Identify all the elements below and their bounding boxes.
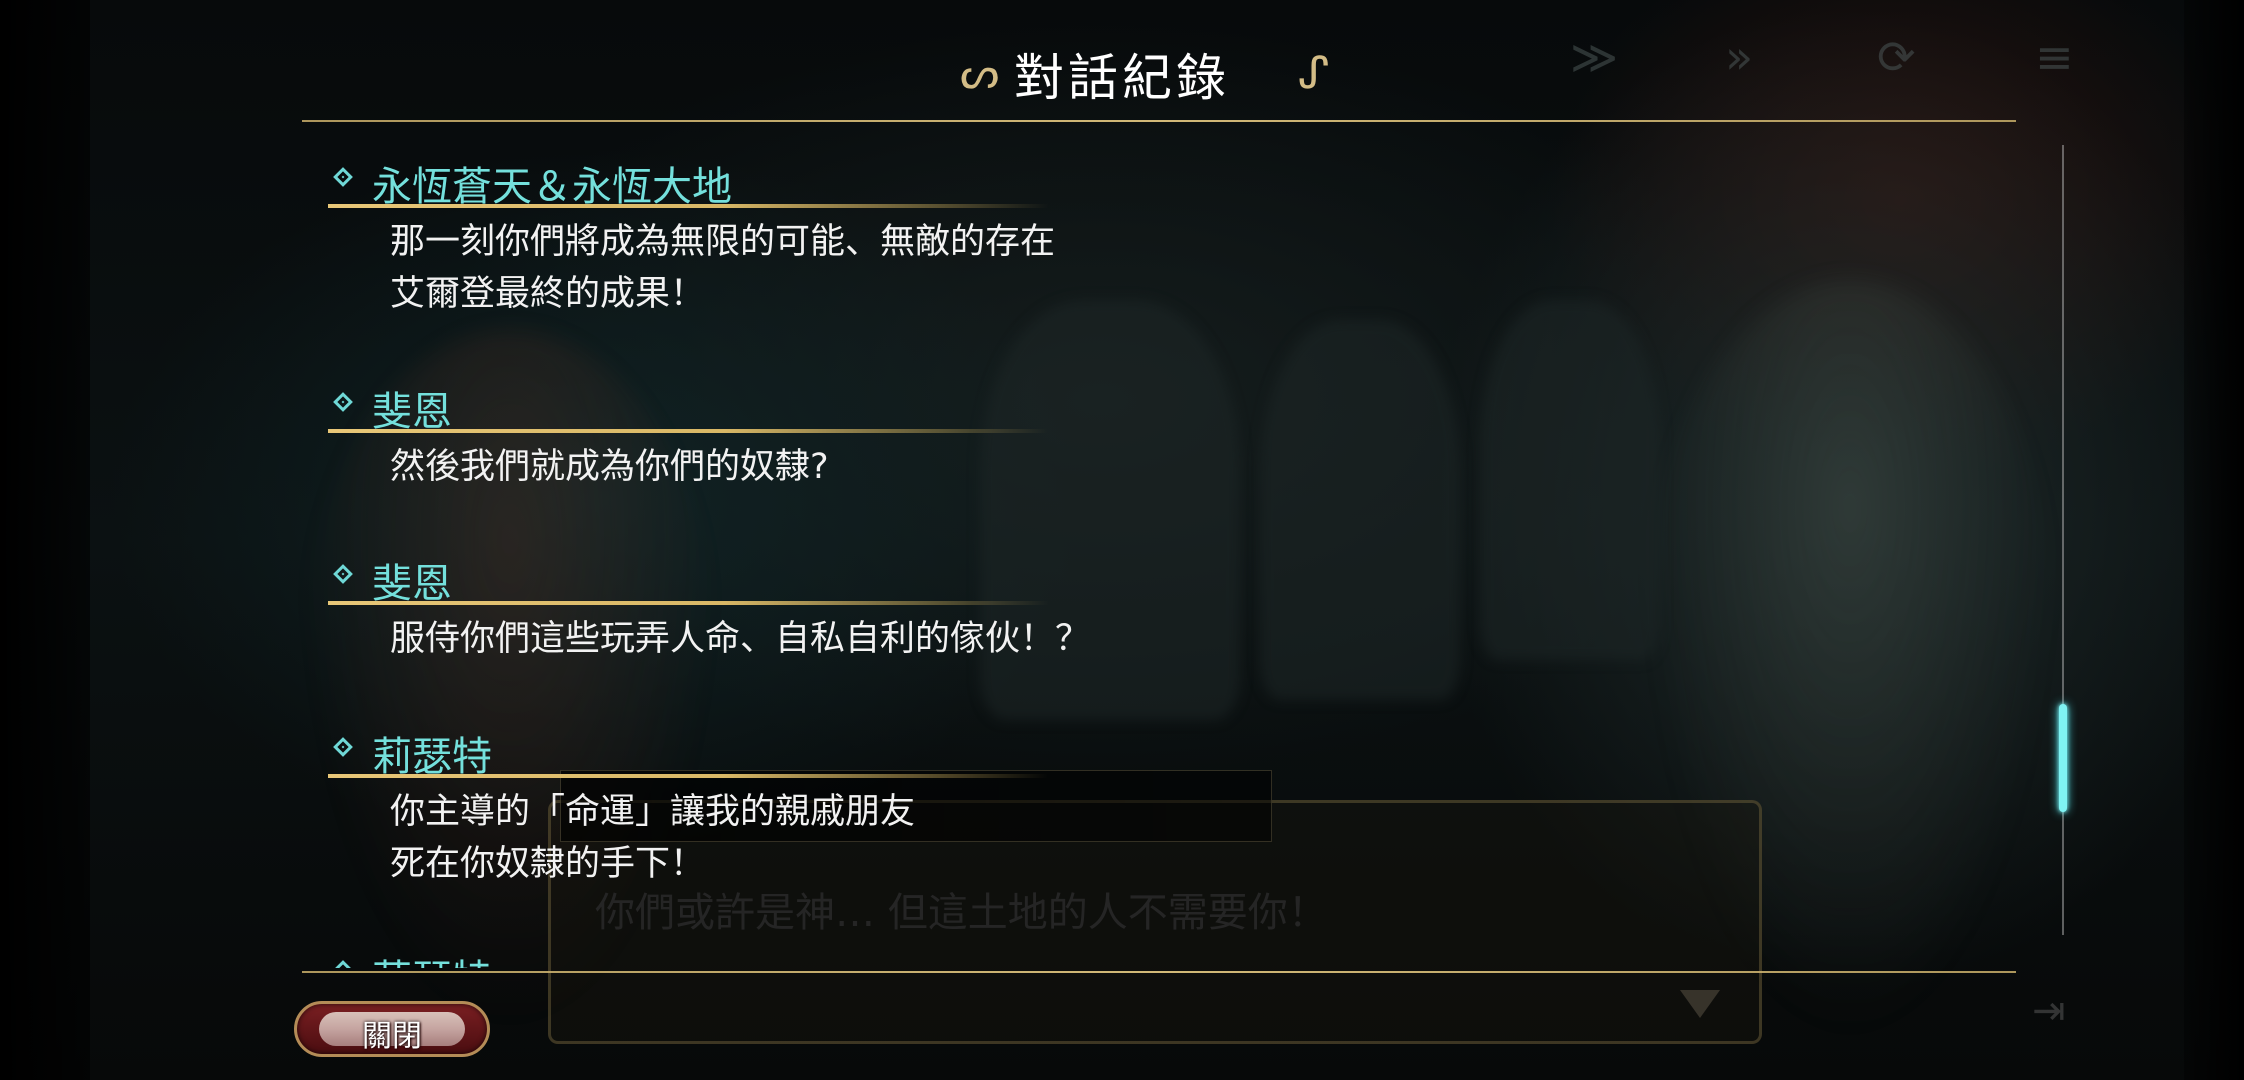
- page-title: 對話紀錄: [1014, 49, 1230, 107]
- top-divider: [302, 120, 2016, 122]
- speaker-row: 莉瑟特: [320, 722, 2020, 780]
- scrollbar-thumb[interactable]: [2059, 704, 2067, 813]
- speaker-row: 斐恩: [320, 549, 2020, 607]
- speaker-underline: [328, 601, 1048, 605]
- dialog-line: 艾爾登最終的成果！: [390, 274, 706, 314]
- log-entry: 斐恩 服侍你們這些玩弄人命、自私自利的傢伙！？: [320, 549, 2020, 665]
- game-screen: 你們或許是神… 但這土地的人不需要你！ ≫ » ⟳ ≡ ⇥ ᔕ 對話紀錄 ᔑ 永…: [0, 0, 2244, 1080]
- dialog-line: 服侍你們這些玩弄人命、自私自利的傢伙！？: [390, 619, 1091, 659]
- speaker-underline: [328, 429, 1048, 433]
- diamond-icon: [333, 737, 353, 757]
- scrollbar-track[interactable]: [2062, 145, 2064, 935]
- speaker-underline: [328, 774, 1048, 778]
- title-ornament-right-icon: ᔑ: [1298, 48, 1330, 99]
- background-edge-right: [2184, 0, 2244, 1080]
- log-entry: 斐恩 然後我們就成為你們的奴隸?: [320, 377, 2020, 493]
- background-edge-left: [0, 0, 90, 1080]
- dialog-line: 你主導的「命運」讓我的親戚朋友: [390, 792, 916, 832]
- speaker-row: 斐恩: [320, 377, 2020, 435]
- dialog-line: 那一刻你們將成為無限的可能、無敵的存在: [390, 222, 1056, 262]
- speaker-name: 莉瑟特: [372, 947, 492, 968]
- dialog-log-list[interactable]: 永恆蒼天＆永恆大地 那一刻你們將成為無限的可能、無敵的存在 艾爾登最終的成果！ …: [320, 130, 2020, 968]
- diamond-icon: [333, 167, 353, 187]
- speaker-underline: [328, 204, 1048, 208]
- log-entry: 莉瑟特 你主導的「命運」讓我的親戚朋友 死在你奴隸的手下！: [320, 722, 2020, 890]
- diamond-icon: [333, 564, 353, 584]
- dialog-line: 然後我們就成為你們的奴隸?: [390, 447, 829, 487]
- skip-icon: ⇥: [2032, 988, 2066, 1034]
- next-arrow-icon: [1680, 990, 1720, 1018]
- log-entry: 永恆蒼天＆永恆大地 那一刻你們將成為無限的可能、無敵的存在 艾爾登最終的成果！: [320, 152, 2020, 320]
- speaker-row: 莉瑟特: [320, 945, 2020, 968]
- diamond-icon: [333, 392, 353, 412]
- speaker-row: 永恆蒼天＆永恆大地: [320, 152, 2020, 210]
- close-button-label: 關閉: [362, 1019, 422, 1054]
- diamond-icon: [333, 960, 353, 968]
- close-button[interactable]: 關閉: [294, 1001, 490, 1057]
- bottom-divider: [302, 971, 2016, 973]
- dialog-line: 死在你奴隸的手下！: [390, 844, 706, 884]
- log-entry: 莉瑟特: [320, 945, 2020, 968]
